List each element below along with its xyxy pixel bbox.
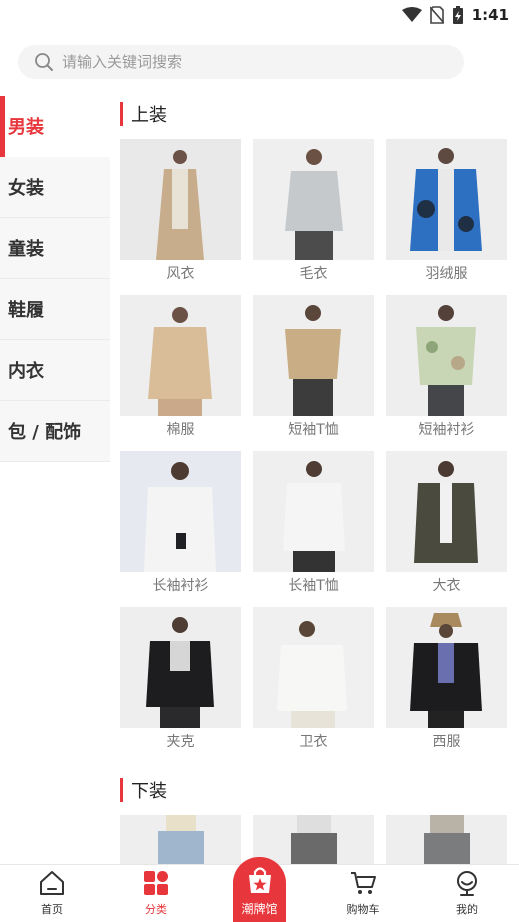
product-thumbnail[interactable] (120, 815, 241, 864)
no-sim-icon (429, 6, 444, 24)
product-thumbnail[interactable] (253, 295, 374, 416)
sidebar-item-womenswear[interactable]: 女装 (0, 157, 110, 218)
tab-label: 我的 (456, 903, 478, 916)
section-title-bottoms: 下装 (120, 772, 519, 808)
category-item-hoodie[interactable]: 卫衣 (253, 607, 374, 763)
category-item-long-sleeve-shirt[interactable]: 长袖衬衫 (120, 451, 241, 607)
status-icons: 1:41 (401, 4, 509, 26)
section-title-tops: 上装 (120, 96, 519, 132)
product-thumbnail[interactable] (253, 139, 374, 260)
category-grid-icon (144, 871, 168, 895)
bottom-tab-bar: 首页 分类 潮牌馆 购物车 我的 (0, 857, 519, 922)
category-item-label: 毛衣 (299, 266, 328, 282)
product-thumbnail[interactable] (120, 139, 241, 260)
sidebar-item-underwear[interactable]: 内衣 (0, 340, 110, 401)
sidebar-item-kidswear[interactable]: 童装 (0, 218, 110, 279)
search-icon (35, 53, 53, 71)
category-item-label: 棉服 (166, 422, 195, 438)
product-thumbnail[interactable] (386, 139, 507, 260)
sidebar-item-bags-accessories[interactable]: 包 / 配饰 (0, 401, 110, 462)
profile-icon (457, 871, 477, 896)
search-bar[interactable] (18, 45, 464, 79)
category-item-bottoms-3[interactable] (386, 815, 507, 864)
product-thumbnail[interactable] (120, 607, 241, 728)
category-item-bottoms-2[interactable] (253, 815, 374, 864)
tab-home[interactable]: 首页 (12, 869, 92, 921)
category-item-overcoat[interactable]: 大衣 (386, 451, 507, 607)
category-item-label: 卫衣 (299, 734, 328, 750)
category-item-jacket[interactable]: 夹克 (120, 607, 241, 763)
status-time: 1:41 (471, 6, 509, 24)
status-bar: 1:41 (0, 0, 519, 30)
category-sidebar: 男装 女装 童装 鞋履 内衣 包 / 配饰 (0, 96, 110, 462)
category-item-label: 长袖T恤 (288, 578, 339, 594)
bottoms-grid (120, 815, 519, 864)
category-item-suit[interactable]: 西服 (386, 607, 507, 763)
category-item-label: 羽绒服 (425, 266, 468, 282)
category-item-bottoms-1[interactable] (120, 815, 241, 864)
category-item-label: 西服 (432, 734, 461, 750)
category-item-long-sleeve-tshirt[interactable]: 长袖T恤 (253, 451, 374, 607)
product-thumbnail[interactable] (386, 295, 507, 416)
tab-category[interactable]: 分类 (116, 869, 196, 921)
tab-cart[interactable]: 购物车 (323, 869, 403, 921)
category-item-label: 风衣 (166, 266, 195, 282)
tab-profile[interactable]: 我的 (427, 869, 507, 921)
battery-charging-icon (452, 6, 463, 24)
category-item-cotton-coat[interactable]: 棉服 (120, 295, 241, 451)
tab-label: 分类 (145, 903, 167, 916)
product-thumbnail[interactable] (253, 607, 374, 728)
category-content: 上装 风衣 毛衣 羽绒服 棉服 短袖T恤 短袖衬衫 长袖衬衫 长袖T恤 大衣 夹… (120, 96, 519, 864)
category-item-short-sleeve-shirt[interactable]: 短袖衬衫 (386, 295, 507, 451)
tab-brand-hall[interactable]: 潮牌馆 (233, 857, 286, 922)
category-item-label: 大衣 (432, 578, 461, 594)
category-item-sweater[interactable]: 毛衣 (253, 139, 374, 295)
category-item-down-jacket[interactable]: 羽绒服 (386, 139, 507, 295)
product-thumbnail[interactable] (386, 607, 507, 728)
category-item-trench-coat[interactable]: 风衣 (120, 139, 241, 295)
category-item-short-sleeve-tshirt[interactable]: 短袖T恤 (253, 295, 374, 451)
product-thumbnail[interactable] (120, 295, 241, 416)
category-item-label: 短袖衬衫 (418, 422, 475, 438)
product-thumbnail[interactable] (386, 451, 507, 572)
search-input[interactable] (62, 53, 442, 71)
category-item-label: 短袖T恤 (288, 422, 339, 438)
category-item-label: 夹克 (166, 734, 195, 750)
brand-bag-icon (248, 867, 271, 893)
product-thumbnail[interactable] (253, 451, 374, 572)
wifi-icon (401, 7, 422, 22)
sidebar-item-shoes[interactable]: 鞋履 (0, 279, 110, 340)
category-item-label: 长袖衬衫 (152, 578, 209, 594)
tops-grid: 风衣 毛衣 羽绒服 棉服 短袖T恤 短袖衬衫 长袖衬衫 长袖T恤 大衣 夹克 卫… (120, 139, 519, 763)
tab-label: 购物车 (346, 903, 380, 916)
cart-icon (351, 872, 376, 894)
home-icon (40, 871, 64, 895)
sidebar-item-menswear[interactable]: 男装 (0, 96, 110, 157)
product-thumbnail[interactable] (253, 815, 374, 864)
tab-label: 首页 (41, 903, 63, 916)
product-thumbnail[interactable] (120, 451, 241, 572)
product-thumbnail[interactable] (386, 815, 507, 864)
tab-label: 潮牌馆 (241, 902, 278, 916)
